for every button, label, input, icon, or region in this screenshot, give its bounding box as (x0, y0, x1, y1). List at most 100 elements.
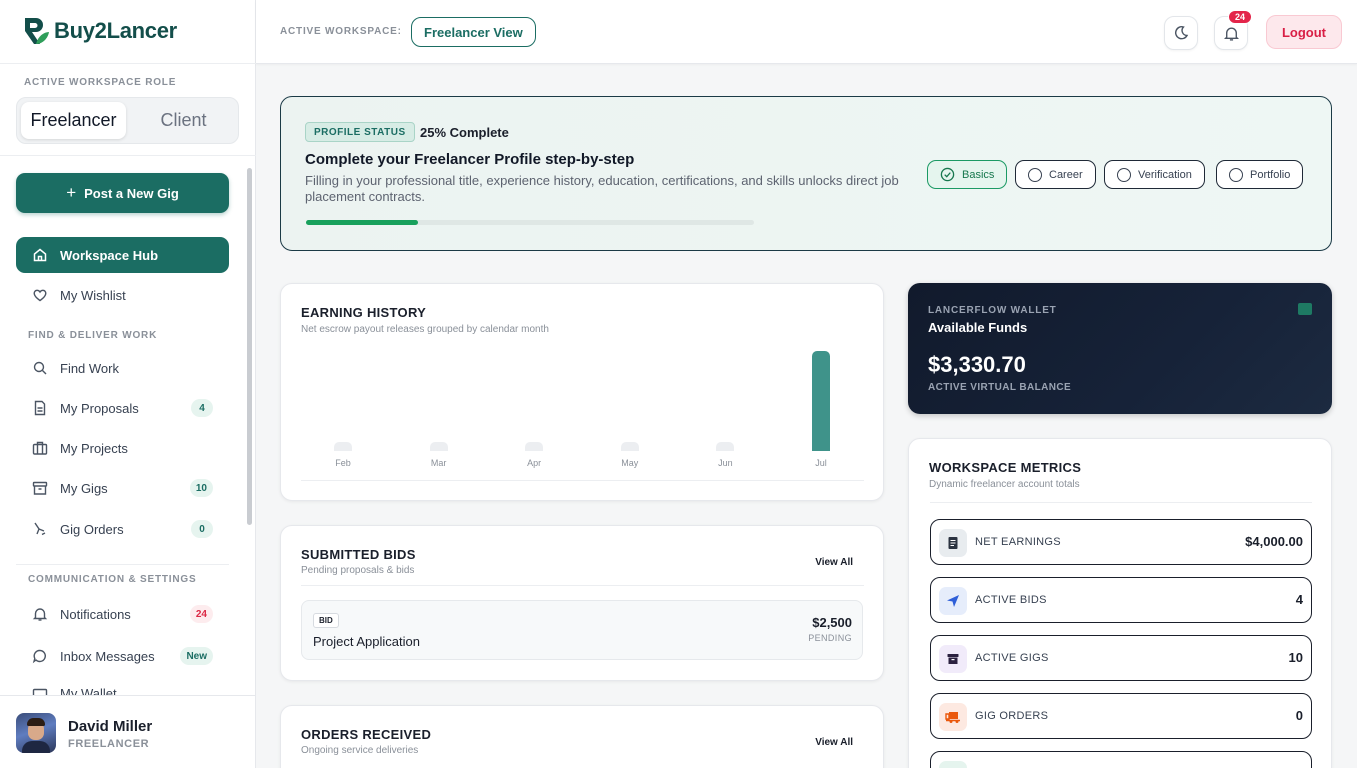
proposals-count-badge: 4 (191, 399, 213, 417)
wallet-card: LANCERFLOW WALLET Available Funds $3,330… (908, 283, 1332, 414)
earning-history-subtitle: Net escrow payout releases grouped by ca… (301, 324, 549, 335)
logo-icon (25, 18, 49, 44)
sidebar-item-label: Gig Orders (60, 521, 124, 537)
role-freelancer[interactable]: Freelancer (21, 102, 126, 139)
logout-button[interactable]: Logout (1266, 15, 1342, 49)
metric-label: ACTIVE GIGS (975, 652, 1049, 664)
brand-logo[interactable]: Buy2Lancer (22, 16, 177, 46)
profile-progress-fill (306, 220, 418, 225)
ledger-icon (939, 529, 967, 557)
metric-value: 0 (1295, 708, 1303, 723)
divider (16, 564, 229, 565)
post-new-gig-button[interactable]: + Post a New Gig (16, 173, 229, 213)
moon-icon (1175, 26, 1189, 40)
sidebar: Buy2Lancer ACTIVE WORKSPACE ROLE Freelan… (0, 0, 256, 768)
divider (301, 585, 864, 586)
post-gig-label: Post a New Gig (84, 185, 179, 201)
chart-bar-apr[interactable] (525, 442, 544, 451)
user-profile[interactable]: David Miller FREELANCER (0, 695, 255, 768)
chart-baseline (301, 480, 864, 481)
metric-active-gigs[interactable]: ACTIVE GIGS 10 (930, 635, 1312, 681)
bid-status: PENDING (808, 633, 852, 643)
role-client[interactable]: Client (131, 102, 236, 139)
bid-tag: BID (313, 613, 339, 628)
divider (0, 155, 256, 156)
step-career[interactable]: Career (1015, 160, 1096, 189)
bid-title: Project Application (313, 634, 420, 649)
metric-value: $4,000.00 (1245, 534, 1303, 549)
wallet-icon (1298, 303, 1312, 315)
chart-bar-may[interactable] (620, 442, 639, 451)
circle-icon (1117, 167, 1131, 182)
divider (0, 63, 256, 64)
metric-net-earnings[interactable]: NET EARNINGS $4,000.00 (930, 519, 1312, 565)
check-circle-icon (940, 167, 955, 182)
role-caption: ACTIVE WORKSPACE ROLE (24, 77, 177, 88)
notifications-count-badge: 24 (189, 605, 213, 623)
metric-value: 10 (1288, 650, 1303, 665)
chart-bar-jul[interactable] (812, 351, 830, 451)
brand-name: Buy2Lancer (54, 18, 177, 43)
search-icon (32, 360, 48, 376)
divider (930, 502, 1312, 503)
bid-amount: $2,500 (812, 615, 852, 630)
sidebar-item-notifications[interactable]: Notifications 24 (16, 596, 229, 632)
chart-bar-feb[interactable] (334, 442, 352, 451)
gigs-count-badge: 10 (189, 479, 213, 497)
briefcase-icon (32, 440, 48, 456)
store-icon (939, 645, 967, 673)
metric-label: NET EARNINGS (975, 536, 1061, 548)
bids-view-all-link[interactable]: View All (815, 557, 853, 568)
heart-icon (32, 287, 48, 303)
chart-bar-jun[interactable] (716, 442, 735, 451)
workspace-metrics-card: WORKSPACE METRICS Dynamic freelancer acc… (908, 438, 1332, 768)
submitted-bids-card: SUBMITTED BIDS Pending proposals & bids … (280, 525, 884, 681)
chat-icon (32, 648, 48, 664)
workspace-label: ACTIVE WORKSPACE: (280, 26, 402, 37)
metric-value: 4 (1295, 592, 1303, 607)
chart-tick-label: Apr (527, 458, 542, 468)
sidebar-item-label: My Wallet (60, 686, 117, 695)
metric-label: GIG ORDERS (975, 710, 1049, 722)
step-basics[interactable]: Basics (927, 160, 1008, 189)
bell-icon (1223, 27, 1239, 41)
sidebar-item-inbox-messages[interactable]: Inbox Messages New (16, 638, 229, 674)
document-icon (32, 400, 48, 416)
wallet-subtitle: ACTIVE VIRTUAL BALANCE (928, 382, 1072, 393)
submitted-bids-title: SUBMITTED BIDS (301, 547, 416, 562)
orders-received-card: ORDERS RECEIVED Ongoing service deliveri… (280, 705, 884, 768)
user-role: FREELANCER (68, 738, 150, 750)
orders-view-all-link[interactable]: View All (815, 737, 853, 748)
chart-bar-mar[interactable] (429, 442, 448, 451)
sidebar-item-my-proposals[interactable]: My Proposals 4 (16, 390, 229, 426)
sidebar-item-my-wallet[interactable]: My Wallet (16, 678, 229, 695)
step-label: Career (1049, 168, 1083, 181)
bell-icon (32, 606, 48, 622)
metric-partial[interactable] (930, 751, 1312, 768)
notification-count-badge: 24 (1228, 10, 1252, 24)
sidebar-item-wishlist[interactable]: My Wishlist (16, 277, 229, 313)
profile-description: Filling in your professional title, expe… (305, 173, 899, 204)
sidebar-scroll-thumb[interactable] (247, 168, 252, 525)
bid-list-item[interactable]: BID Project Application $2,500 PENDING (301, 600, 863, 660)
step-verification[interactable]: Verification (1104, 160, 1205, 189)
avatar (16, 713, 56, 753)
metric-gig-orders[interactable]: GIG ORDERS 0 (930, 693, 1312, 739)
role-toggle: Freelancer Client (16, 97, 239, 144)
circle-icon (1229, 167, 1243, 182)
cart-icon (32, 521, 48, 537)
sidebar-item-workspace-hub[interactable]: Workspace Hub (16, 237, 229, 273)
sidebar-item-find-work[interactable]: Find Work (16, 350, 229, 386)
workspace-view-pill[interactable]: Freelancer View (411, 17, 536, 47)
orders-received-title: ORDERS RECEIVED (301, 727, 432, 742)
theme-toggle-button[interactable] (1164, 16, 1198, 50)
sidebar-item-gig-orders[interactable]: Gig Orders 0 (16, 511, 229, 547)
send-icon (939, 587, 967, 615)
step-portfolio[interactable]: Portfolio (1216, 160, 1304, 189)
metric-active-bids[interactable]: ACTIVE BIDS 4 (930, 577, 1312, 623)
circle-icon (1028, 167, 1042, 182)
sidebar-item-my-projects[interactable]: My Projects (16, 430, 229, 466)
top-bar: ACTIVE WORKSPACE: Freelancer View 24 Log… (256, 0, 1357, 64)
sidebar-item-my-gigs[interactable]: My Gigs 10 (16, 470, 229, 506)
gig-orders-count-badge: 0 (191, 520, 213, 538)
